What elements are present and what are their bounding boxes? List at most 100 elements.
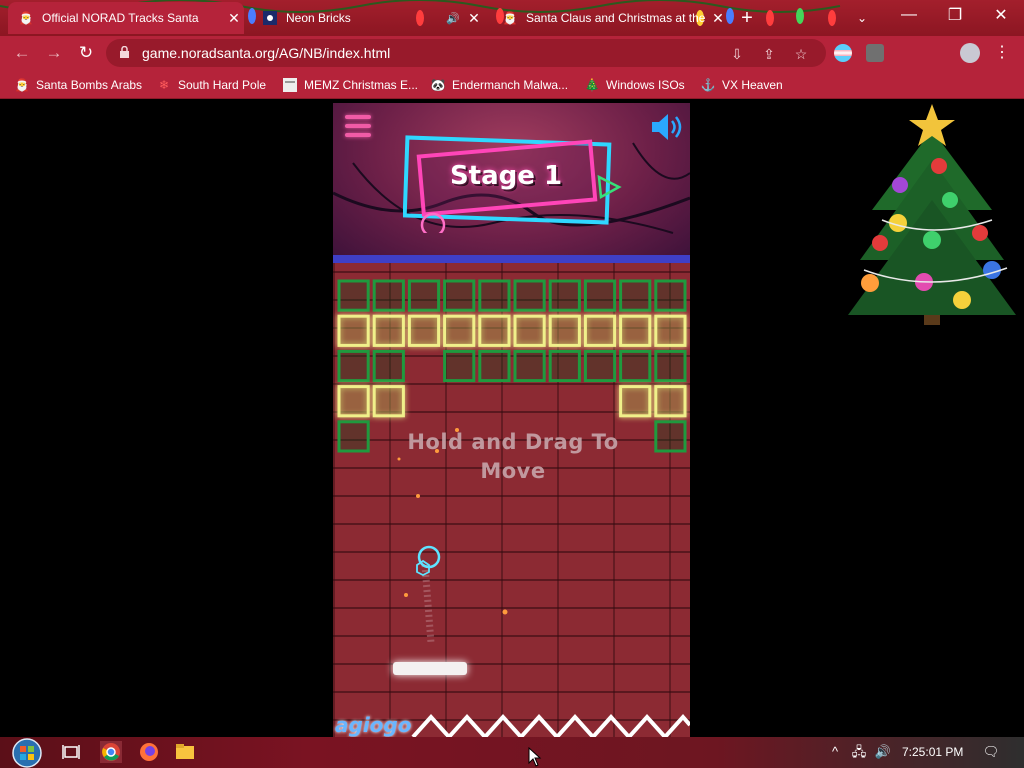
bookmark-label: MEMZ Christmas E... — [304, 78, 419, 92]
green-brick — [513, 349, 546, 383]
close-tab-icon[interactable]: ✕ — [464, 10, 484, 27]
green-brick — [443, 279, 476, 312]
forward-arrow-icon[interactable]: → — [42, 41, 66, 65]
santa-favicon-icon: 🎅 — [502, 11, 518, 25]
chrome-icon[interactable] — [100, 741, 122, 763]
tab-title: Neon Bricks — [286, 11, 351, 25]
new-tab-button[interactable]: + — [736, 7, 758, 29]
bookmark-label: Endermanch Malwa... — [452, 78, 569, 92]
bookmark-label: Windows ISOs — [606, 78, 685, 92]
green-brick — [583, 349, 617, 383]
browser-menu-icon[interactable]: ⋮ — [994, 41, 1010, 65]
restore-button[interactable]: ❐ — [932, 0, 978, 30]
extension-flag-icon[interactable] — [834, 44, 852, 62]
green-brick — [583, 279, 617, 312]
url-text: game.noradsanta.org/AG/NB/index.html — [142, 45, 391, 61]
close-tab-icon[interactable]: ✕ — [708, 10, 728, 27]
yellow-brick — [337, 314, 370, 347]
green-brick — [337, 279, 370, 312]
minimize-button[interactable]: — — [886, 0, 932, 30]
network-icon[interactable]: 🖧 — [850, 743, 868, 761]
extension-s-icon[interactable] — [866, 44, 884, 62]
system-clock[interactable]: 7:25:01 PM — [902, 745, 963, 759]
green-brick — [478, 279, 511, 312]
yellow-brick — [654, 314, 687, 347]
green-brick — [337, 349, 370, 383]
santa-icon: 🎅 — [14, 78, 30, 92]
bookmark-vx-heaven[interactable]: ⚓ VX Heaven — [700, 76, 783, 94]
address-bar[interactable]: game.noradsanta.org/AG/NB/index.html ⇩ ⇪… — [106, 39, 826, 67]
bookmarks-bar: 🎅 Santa Bombs Arabs ❄ South Hard Pole ME… — [0, 70, 1024, 99]
yellow-brick — [583, 314, 617, 347]
bookmark-windows-isos[interactable]: 🎄 Windows ISOs — [584, 76, 685, 94]
tree-icon: 🎄 — [584, 78, 600, 92]
mouse-cursor-icon — [528, 747, 542, 767]
action-center-icon[interactable]: 🗨 — [982, 743, 1000, 761]
stage-title: Stage 1 — [449, 161, 563, 191]
task-view-icon[interactable] — [60, 741, 82, 763]
volume-icon[interactable]: 🔊 — [874, 743, 892, 761]
start-button-icon[interactable] — [8, 737, 46, 768]
yellow-brick — [513, 314, 546, 347]
panda-icon: 🐼 — [430, 78, 446, 92]
yellow-brick — [548, 314, 581, 347]
install-app-icon[interactable]: ⇩ — [726, 43, 748, 65]
green-brick — [619, 349, 652, 383]
windows-taskbar: ^ 🖧 🔊 7:25:01 PM 🗨 — [0, 737, 1024, 768]
yellow-brick — [443, 314, 476, 347]
bookmark-label: Santa Bombs Arabs — [36, 78, 143, 92]
tab-strip: 🎅 Official NORAD Tracks Santa ✕ Neon Bri… — [0, 0, 1024, 36]
christmas-tree-decoration — [848, 104, 1016, 325]
yellow-brick — [478, 314, 511, 347]
player-paddle[interactable] — [393, 662, 467, 675]
neon-bricks-game-canvas[interactable]: Stage 1 Hold and Drag To Move agiogo — [333, 103, 690, 737]
browser-toolbar: ← → ↻ game.noradsanta.org/AG/NB/index.ht… — [0, 36, 1024, 70]
agiogo-logo[interactable]: agiogo — [335, 713, 411, 737]
game-favicon-icon — [262, 10, 278, 26]
audio-playing-icon[interactable]: 🔊 — [446, 12, 464, 25]
page-icon — [282, 77, 298, 93]
menu-hamburger-icon[interactable] — [345, 113, 371, 139]
bookmark-memz-christmas[interactable]: MEMZ Christmas E... — [282, 76, 418, 94]
tab-santa-claus[interactable]: 🎅 Santa Claus and Christmas at the ✕ — [492, 2, 728, 34]
bookmark-santa-bombs-arabs[interactable]: 🎅 Santa Bombs Arabs — [14, 76, 143, 94]
bookmark-label: VX Heaven — [722, 78, 783, 92]
bookmark-south-hard-pole[interactable]: ❄ South Hard Pole — [156, 76, 266, 94]
tab-neon-bricks[interactable]: Neon Bricks 🔊 ✕ — [252, 2, 484, 34]
firefox-icon[interactable] — [138, 741, 160, 763]
file-explorer-icon[interactable] — [174, 741, 196, 763]
green-brick — [513, 279, 546, 312]
back-arrow-icon[interactable]: ← — [10, 41, 34, 65]
green-brick — [407, 279, 441, 312]
tab-title: Santa Claus and Christmas at the — [526, 11, 706, 25]
tab-search-chevron-icon[interactable]: ⌄ — [850, 7, 874, 29]
green-brick — [654, 279, 687, 312]
close-tab-icon[interactable]: ✕ — [224, 10, 244, 27]
ship-icon: ⚓ — [700, 78, 716, 92]
green-brick — [548, 349, 581, 383]
snowflake-icon: ❄ — [158, 78, 170, 92]
green-brick — [372, 279, 405, 312]
stage-banner: Stage 1 — [403, 133, 623, 233]
tab-norad[interactable]: 🎅 Official NORAD Tracks Santa ✕ — [8, 2, 244, 34]
yellow-brick — [372, 314, 405, 347]
bookmark-star-icon[interactable]: ☆ — [790, 43, 812, 65]
bookmark-endermanch-malware[interactable]: 🐼 Endermanch Malwa... — [430, 76, 569, 94]
green-brick — [478, 349, 511, 383]
sparks-decoration — [397, 428, 508, 615]
profile-avatar-icon[interactable] — [960, 43, 980, 63]
show-hidden-icons-chevron-icon[interactable]: ^ — [826, 743, 844, 761]
green-brick — [548, 279, 581, 312]
bookmark-label: South Hard Pole — [178, 78, 267, 92]
share-icon[interactable]: ⇪ — [758, 43, 780, 65]
santa-favicon-icon: 🎅 — [18, 11, 34, 25]
green-brick — [372, 349, 405, 383]
green-brick — [654, 349, 687, 383]
lock-icon — [120, 46, 129, 58]
page-content: Stage 1 Hold and Drag To Move agiogo — [0, 100, 1024, 737]
green-brick — [619, 279, 652, 312]
close-window-button[interactable]: ✕ — [978, 0, 1024, 30]
green-brick — [443, 349, 476, 383]
reload-icon[interactable]: ↻ — [74, 41, 98, 65]
speaker-sound-icon[interactable] — [649, 111, 683, 143]
